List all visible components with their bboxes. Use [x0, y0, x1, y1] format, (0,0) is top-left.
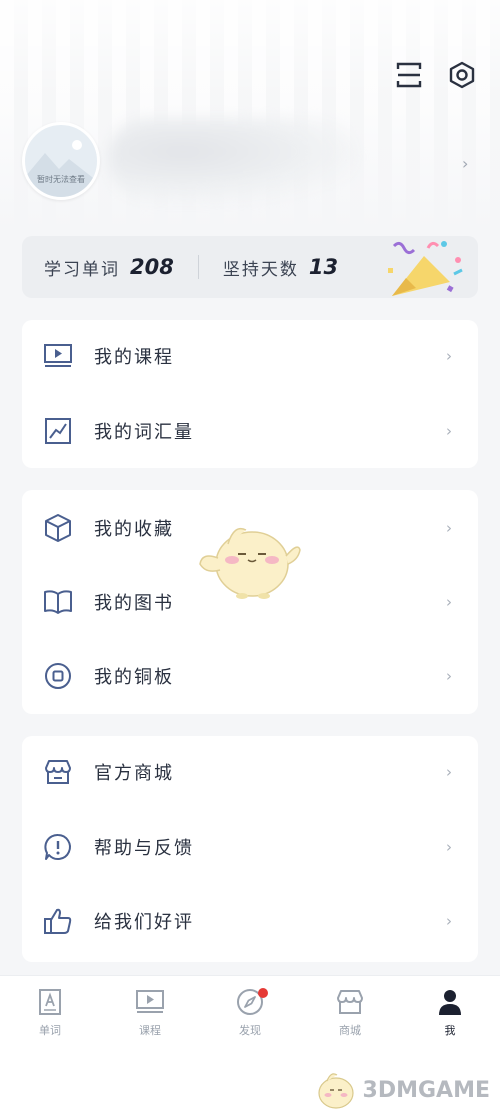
thumbs-up-icon [42, 905, 74, 937]
chart-icon [42, 415, 74, 447]
watermark: 3DMGAME [313, 1068, 490, 1112]
tab-store[interactable]: 商城 [300, 976, 400, 1045]
menu-item-rate-us[interactable]: 给我们好评 › [22, 891, 478, 951]
menu-card-3: 官方商城 › 帮助与反馈 › 给我们好评 › [22, 736, 478, 962]
tab-words[interactable]: 单词 [0, 976, 100, 1045]
help-icon [42, 831, 74, 863]
menu-item-my-courses[interactable]: 我的课程 › [22, 326, 478, 386]
menu-item-label: 我的收藏 [94, 519, 174, 540]
course-icon [136, 990, 164, 1013]
settings-icon[interactable] [445, 58, 479, 92]
store-icon [42, 756, 74, 788]
tab-label: 发现 [239, 1024, 261, 1037]
tab-label: 单词 [39, 1024, 61, 1037]
chevron-right-icon: › [446, 347, 452, 365]
avatar-caption: 暂时无法查看 [37, 175, 85, 184]
menu-item-label: 我的铜板 [94, 667, 174, 688]
words-label: 学习单词 [44, 259, 120, 280]
tab-discover[interactable]: 发现 [200, 976, 300, 1045]
stats-divider [197, 255, 199, 279]
watermark-text: 3DMGAME [362, 1077, 490, 1103]
chevron-right-icon[interactable]: › [462, 154, 468, 173]
party-popper-icon [388, 241, 463, 296]
book-icon [42, 586, 74, 618]
chevron-right-icon: › [446, 912, 452, 930]
tab-label: 商城 [339, 1024, 361, 1037]
watermark-mascot-icon [317, 1073, 354, 1109]
chevron-right-icon: › [446, 667, 452, 685]
chevron-right-icon: › [446, 422, 452, 440]
username-blurred [108, 118, 358, 202]
coin-icon [42, 660, 74, 692]
menu-item-label: 给我们好评 [94, 912, 194, 933]
bottom-tab-bar: 单词 课程 发现 商城 我 [0, 975, 500, 1045]
person-icon [439, 990, 461, 1015]
mascot-sticker [199, 527, 301, 599]
scan-icon[interactable] [392, 58, 426, 92]
video-icon [42, 340, 74, 372]
words-value: 208 [130, 255, 174, 279]
menu-item-label: 帮助与反馈 [94, 838, 194, 859]
tab-me[interactable]: 我 [400, 976, 500, 1045]
menu-item-label: 我的词汇量 [94, 422, 194, 443]
stats-bar: 学习单词 208 坚持天数 13 [22, 236, 478, 298]
chevron-right-icon: › [446, 519, 452, 537]
days-label: 坚持天数 [222, 259, 299, 280]
menu-item-label: 官方商城 [94, 763, 174, 784]
chevron-right-icon: › [446, 763, 452, 781]
days-value: 13 [308, 255, 339, 279]
tab-label: 我 [444, 1024, 456, 1037]
tab-label: 课程 [139, 1024, 161, 1037]
menu-item-my-coins[interactable]: 我的铜板 › [22, 646, 478, 706]
image-placeholder-icon [25, 140, 97, 197]
menu-item-help-feedback[interactable]: 帮助与反馈 › [22, 817, 478, 877]
menu-item-my-vocabulary[interactable]: 我的词汇量 › [22, 401, 478, 461]
menu-item-label: 我的课程 [94, 347, 174, 368]
chevron-right-icon: › [446, 593, 452, 611]
notification-badge [258, 988, 268, 998]
avatar[interactable]: 暂时无法查看 [22, 122, 100, 200]
menu-item-official-store[interactable]: 官方商城 › [22, 742, 478, 802]
word-icon [39, 989, 61, 1015]
store-icon [337, 990, 363, 1014]
cube-icon [42, 512, 74, 544]
chevron-right-icon: › [446, 838, 452, 856]
menu-card-1: 我的课程 › 我的词汇量 › [22, 320, 478, 468]
menu-item-label: 我的图书 [94, 593, 174, 614]
tab-courses[interactable]: 课程 [100, 976, 200, 1045]
